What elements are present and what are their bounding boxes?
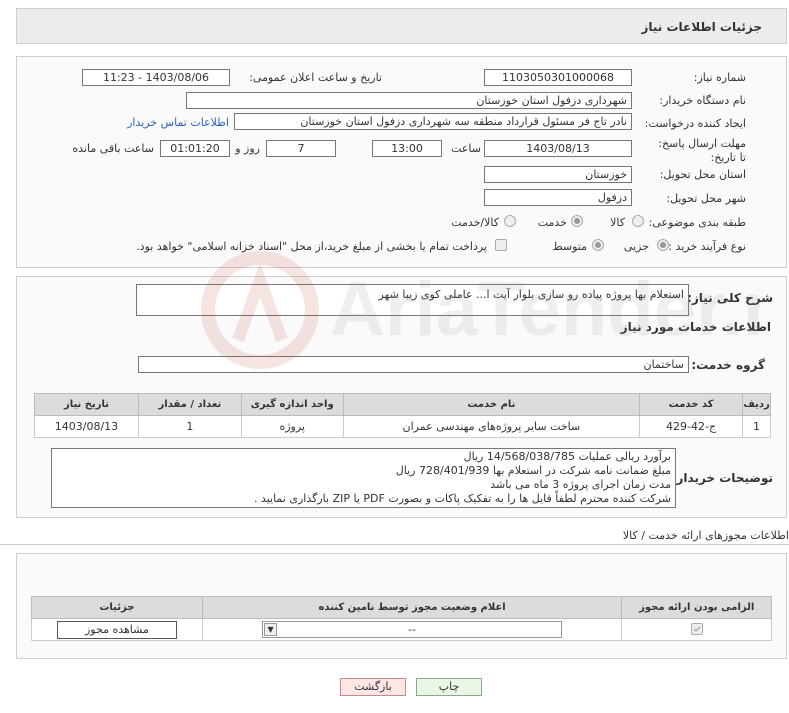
- category-option-service: خدمت: [537, 216, 567, 229]
- province-field: خوزستان: [484, 166, 632, 183]
- city-label: شهر محل تحویل:: [666, 192, 746, 205]
- summary-label: شرح کلی نیاز:: [687, 291, 773, 305]
- buyer-notes-line: شرکت کننده محترم لطفاً فایل ها را به تفک…: [253, 492, 671, 505]
- summary-field: استعلام بها پروژه پیاده رو سازی بلوار آی…: [136, 284, 689, 316]
- announce-field: 1403/08/06 - 11:23: [82, 69, 230, 86]
- cell-service-code: ج-42-429: [639, 415, 744, 438]
- city-field: دزفول: [484, 189, 632, 206]
- cell-service-name: ساخت سایر پروژه‌های مهندسی عمران: [342, 415, 641, 438]
- col-quantity: تعداد / مقدار: [137, 393, 242, 416]
- table-row: 1 ج-42-429 ساخت سایر پروژه‌های مهندسی عم…: [34, 415, 771, 438]
- announce-label: تاریخ و ساعت اعلان عمومی:: [249, 71, 382, 84]
- buyer-notes-line: برآورد ریالی عملیات 14/568/038/785 ریال: [463, 450, 671, 463]
- days-label: روز و: [235, 142, 260, 155]
- permits-heading: اطلاعات مجوزهای ارائه خدمت / کالا: [622, 529, 789, 542]
- buyer-notes-field: برآورد ریالی عملیات 14/568/038/785 ریال …: [51, 448, 676, 508]
- creator-field: نادر تاج فر مسئول قرارداد منطقه سه شهردا…: [234, 113, 632, 130]
- cell-permit-status: -- ▼: [201, 618, 623, 641]
- permit-status-value: --: [408, 623, 417, 636]
- contact-buyer-link[interactable]: اطلاعات تماس خریدار: [127, 116, 229, 129]
- buyer-field: شهرداری دزفول استان خوزستان: [186, 92, 632, 109]
- cell-permit-required: [621, 618, 772, 641]
- back-button[interactable]: بازگشت: [340, 678, 406, 696]
- permit-status-select[interactable]: -- ▼: [262, 621, 563, 638]
- process-label: نوع فرآیند خرید :: [668, 240, 746, 253]
- buyer-notes-label: توضیحات خریدار:: [671, 471, 773, 485]
- category-radio-goods[interactable]: [632, 215, 644, 227]
- services-heading: اطلاعات خدمات مورد نیاز: [620, 320, 771, 334]
- buyer-notes-line: مبلغ ضمانت نامه شرکت در استعلام بها 728/…: [395, 464, 671, 477]
- service-group-label: گروه خدمت:: [691, 358, 765, 372]
- buyer-label: نام دستگاه خریدار:: [659, 94, 746, 107]
- creator-label: ایجاد کننده درخواست:: [644, 117, 746, 130]
- services-table-header: ردیف کد خدمت نام خدمت واحد اندازه گیری ت…: [34, 393, 771, 416]
- deadline-time-field: 13:00: [372, 140, 442, 157]
- deadline-date-field: 1403/08/13: [484, 140, 632, 157]
- treasury-checkbox[interactable]: [495, 239, 507, 251]
- days-field: 7: [266, 140, 336, 157]
- process-radio-medium[interactable]: [592, 239, 604, 251]
- category-radio-goods-service[interactable]: [504, 215, 516, 227]
- process-radio-minor[interactable]: [657, 239, 669, 251]
- cell-quantity: 1: [137, 415, 242, 438]
- col-need-date: تاریخ نیاز: [34, 393, 139, 416]
- cell-unit: پروژه: [240, 415, 344, 438]
- remaining-time-field: 01:01:20: [160, 140, 230, 157]
- view-permit-button[interactable]: مشاهده مجوز: [56, 620, 177, 639]
- col-permit-required: الزامی بودن ارائه مجوز: [621, 596, 772, 619]
- permits-table-header: الزامی بودن ارائه مجوز اعلام وضعیت مجوز …: [31, 596, 772, 619]
- col-permit-details: جزئیات: [31, 596, 203, 619]
- print-button[interactable]: چاپ: [416, 678, 482, 696]
- permits-table: الزامی بودن ارائه مجوز اعلام وضعیت مجوز …: [31, 596, 772, 641]
- header-bar: جزئیات اطلاعات نیاز: [16, 8, 787, 44]
- col-row: ردیف: [742, 393, 771, 416]
- deadline-label: مهلت ارسال پاسخ: تا تاریخ:: [658, 137, 746, 164]
- cell-permit-details: مشاهده مجوز: [31, 618, 203, 641]
- col-service-code: کد خدمت: [639, 393, 744, 416]
- page-title: جزئیات اطلاعات نیاز: [641, 20, 762, 34]
- process-option-medium: متوسط: [552, 240, 587, 253]
- category-option-goods: کالا: [610, 216, 625, 229]
- time-label: ساعت: [451, 142, 481, 155]
- process-option-minor: جزیی: [623, 240, 649, 253]
- treasury-note: پرداخت تمام یا بخشی از مبلغ خرید،از محل …: [136, 240, 487, 253]
- remaining-label: ساعت باقی مانده: [72, 142, 154, 155]
- need-number-field: 1103050301000068: [484, 69, 632, 86]
- permit-required-checkbox: [690, 623, 703, 635]
- province-label: استان محل تحویل:: [659, 168, 746, 181]
- buyer-notes-line: مدت زمان اجرای پروژه 3 ماه می باشد: [490, 478, 671, 491]
- cell-need-date: 1403/08/13: [34, 415, 139, 438]
- service-group-field: ساختمان: [138, 356, 689, 373]
- col-service-name: نام خدمت: [342, 393, 641, 416]
- col-unit: واحد اندازه گیری: [240, 393, 344, 416]
- services-table: ردیف کد خدمت نام خدمت واحد اندازه گیری ت…: [34, 393, 771, 438]
- permits-divider: [0, 544, 789, 545]
- chevron-down-icon: ▼: [264, 623, 278, 636]
- table-row: -- ▼ مشاهده مجوز: [31, 618, 772, 641]
- cell-row: 1: [742, 415, 771, 438]
- category-label: طبقه بندی موضوعی:: [648, 216, 746, 229]
- need-number-label: شماره نیاز:: [693, 71, 746, 84]
- category-radio-service[interactable]: [571, 215, 583, 227]
- col-permit-status: اعلام وضعیت مجوز توسط نامین کننده: [201, 596, 623, 619]
- category-option-goods-service: کالا/خدمت: [451, 216, 499, 229]
